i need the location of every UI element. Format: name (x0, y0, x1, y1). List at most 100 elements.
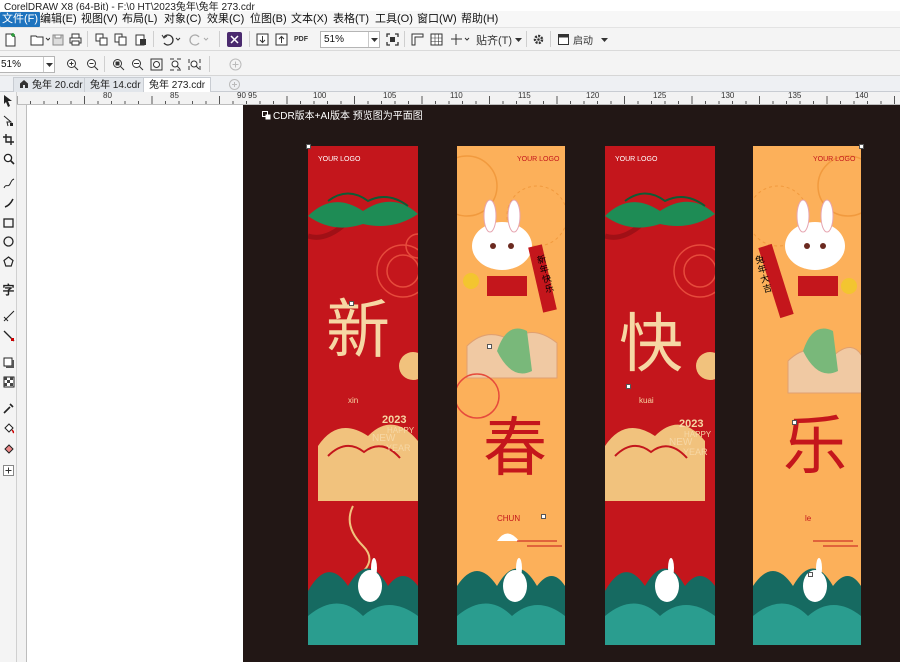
ruler-label: 130 (721, 92, 735, 100)
banner-kuai[interactable]: YOUR LOGO 快 kuai 2023 HAPPY NEW YEAR (605, 146, 715, 645)
menu-table[interactable]: 表格(T) (331, 12, 371, 27)
tab-document-273[interactable]: 兔年 273.cdr (143, 77, 212, 92)
drop-shadow-tool-icon[interactable] (1, 355, 16, 370)
new-document-icon[interactable] (2, 31, 18, 48)
add-icon[interactable] (226, 56, 244, 73)
banner-decoration-graphic (457, 155, 565, 645)
zoom-level-combo[interactable]: 51% (320, 31, 380, 48)
text-tool-icon[interactable]: 字 (1, 282, 16, 297)
zoom-out-icon[interactable] (84, 56, 100, 73)
interactive-fill-tool-icon[interactable] (1, 420, 16, 435)
tab-document-20[interactable]: 兔年 20.cdr (13, 77, 89, 92)
menu-bitmaps[interactable]: 位图(B) (248, 12, 289, 27)
zoom-to-page-icon[interactable] (148, 56, 164, 73)
zoom-to-height-icon[interactable] (186, 56, 202, 73)
vertical-ruler[interactable] (17, 105, 27, 662)
toolbox: 字 (0, 92, 17, 662)
paste-icon[interactable] (133, 31, 147, 48)
menu-text[interactable]: 文本(X) (289, 12, 330, 27)
banner-le[interactable]: YOUR LOGO 兔年大吉 乐 le (753, 146, 861, 645)
new-tab-icon[interactable] (226, 76, 242, 92)
shape-tool-icon[interactable] (1, 113, 16, 128)
menu-tools[interactable]: 工具(O) (373, 12, 415, 27)
banner-pinyin: kuai (639, 396, 654, 405)
zoom-to-width-icon[interactable] (167, 56, 183, 73)
options-gear-icon[interactable] (531, 31, 545, 48)
export-icon[interactable] (274, 31, 288, 48)
menu-help[interactable]: 帮助(H) (459, 12, 500, 27)
menu-edit[interactable]: 编辑(E) (38, 12, 79, 27)
undo-icon[interactable] (160, 31, 182, 48)
snap-to-dropdown[interactable]: 贴齐(T) (475, 31, 523, 48)
artboard-note: CDR版本+AI版本 预览图为平面图 (262, 107, 423, 123)
home-icon (19, 78, 29, 93)
note-icon (262, 111, 271, 123)
artistic-media-tool-icon[interactable] (1, 195, 16, 210)
rectangle-tool-icon[interactable] (1, 215, 16, 230)
parallel-dimension-tool-icon[interactable] (1, 308, 16, 323)
show-grid-icon[interactable] (429, 31, 443, 48)
print-icon[interactable] (68, 31, 82, 48)
zoom-to-selected-icon[interactable] (110, 56, 126, 73)
selection-handle[interactable] (487, 344, 492, 349)
menu-view[interactable]: 视图(V) (79, 12, 120, 27)
zoom-level-value: 51% (324, 34, 345, 45)
zoom-in-icon[interactable] (64, 56, 80, 73)
banner-xin[interactable]: YOUR LOGO 新 xin 2023 HAPPY NEW YEAR (308, 146, 418, 645)
import-icon[interactable] (255, 31, 269, 48)
banner-pinyin: xin (348, 396, 359, 405)
selection-handle[interactable] (541, 514, 546, 519)
tab-label: 兔年 14.cdr (90, 80, 141, 91)
redo-icon[interactable] (188, 31, 210, 48)
ruler-label: 85 (170, 92, 179, 100)
ruler-label: 105 (383, 92, 397, 100)
ruler-label: 120 (586, 92, 600, 100)
crop-tool-icon[interactable] (1, 132, 16, 147)
freehand-tool-icon[interactable] (1, 176, 16, 191)
horizontal-ruler[interactable]: 80 85 90 95 100 105 110 115 120 125 130 … (17, 92, 900, 105)
selection-handle[interactable] (626, 384, 631, 389)
ruler-label: 115 (518, 92, 531, 100)
selection-handle[interactable] (859, 144, 864, 149)
cut-icon[interactable] (94, 31, 108, 48)
menu-layout[interactable]: 布局(L) (120, 12, 159, 27)
smart-fill-tool-icon[interactable] (1, 440, 16, 455)
menu-window[interactable]: 窗口(W) (415, 12, 459, 27)
banner-pinyin: le (805, 514, 812, 523)
save-icon[interactable] (51, 31, 65, 48)
launch-dropdown[interactable]: 启动 (556, 31, 610, 48)
ruler-label: 135 (788, 92, 802, 100)
window-title: CorelDRAW X8 (64-Bit) - F:\0 HT\2023兔年\兔… (4, 2, 255, 11)
show-rulers-icon[interactable] (410, 31, 424, 48)
tab-document-14[interactable]: 兔年 14.cdr (84, 77, 147, 92)
selection-handle[interactable] (808, 572, 813, 577)
open-document-icon[interactable] (29, 31, 51, 48)
selection-handle[interactable] (792, 420, 797, 425)
selection-handle[interactable] (349, 301, 354, 306)
copy-icon[interactable] (113, 31, 127, 48)
menu-object[interactable]: 对象(C) (162, 12, 203, 27)
ruler-label: 95 (248, 92, 257, 100)
add-tool-icon[interactable] (1, 463, 16, 478)
eyedropper-tool-icon[interactable] (1, 400, 16, 415)
corel-connect-icon[interactable] (226, 31, 243, 48)
property-zoom-combo[interactable]: 51% (0, 56, 55, 73)
banner-decoration-graphic (753, 155, 861, 645)
launch-label: 启动 (573, 36, 593, 47)
banner-logo: YOUR LOGO (813, 156, 856, 163)
show-guidelines-icon[interactable] (449, 31, 471, 48)
banner-chun[interactable]: YOUR LOGO 新年快乐 春 CHUN (457, 146, 565, 645)
selection-handle[interactable] (306, 144, 311, 149)
polygon-tool-icon[interactable] (1, 254, 16, 269)
transparency-tool-icon[interactable] (1, 374, 16, 389)
menu-file[interactable]: 文件(F) (0, 12, 41, 27)
banner-character: 春 (483, 412, 547, 486)
full-screen-preview-icon[interactable] (385, 31, 399, 48)
zoom-to-all-objects-icon[interactable] (129, 56, 145, 73)
menu-effects[interactable]: 效果(C) (205, 12, 246, 27)
connector-tool-icon[interactable] (1, 328, 16, 343)
zoom-tool-icon[interactable] (1, 151, 16, 166)
publish-pdf-icon[interactable]: PDF (293, 31, 309, 48)
pick-tool-icon[interactable] (1, 93, 16, 108)
ellipse-tool-icon[interactable] (1, 234, 16, 249)
